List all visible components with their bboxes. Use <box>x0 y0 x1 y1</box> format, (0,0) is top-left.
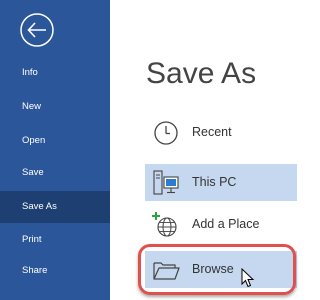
nav-item-label: Info <box>22 67 38 78</box>
option-recent[interactable]: Recent <box>145 114 297 151</box>
option-this-pc[interactable]: This PC <box>145 164 297 201</box>
nav-item-label: Save As <box>22 201 57 212</box>
nav-item-label: Print <box>22 234 42 245</box>
browse-highlight-outline <box>138 244 296 295</box>
page-title: Save As <box>146 57 257 90</box>
nav-item-info[interactable]: Info <box>0 57 110 89</box>
nav-item-label: Share <box>22 265 48 276</box>
back-button[interactable] <box>19 12 55 48</box>
option-label: This PC <box>192 175 237 189</box>
option-add-a-place[interactable]: Add a Place <box>145 206 297 243</box>
nav-item-save[interactable]: Save <box>0 157 110 189</box>
nav-item-print[interactable]: Print <box>0 224 110 256</box>
nav-item-new[interactable]: New <box>0 91 110 123</box>
back-arrow-icon <box>20 13 54 47</box>
computer-icon <box>153 170 179 195</box>
nav-item-label: Open <box>22 135 46 146</box>
nav-item-open[interactable]: Open <box>0 125 110 157</box>
backstage-sidebar: Info New Open Save Save As Print Share <box>0 0 110 300</box>
nav-item-share[interactable]: Share <box>0 255 110 287</box>
nav-item-label: Save <box>22 167 44 178</box>
save-as-panel: Save As Recent This PC Add a Place Brows… <box>110 0 297 300</box>
nav-item-save-as[interactable]: Save As <box>0 191 110 223</box>
clock-icon <box>154 121 178 145</box>
option-label: Recent <box>192 125 232 139</box>
globe-add-icon <box>152 212 177 237</box>
option-label: Add a Place <box>192 217 260 231</box>
mouse-pointer-icon <box>241 268 255 288</box>
nav-item-label: New <box>22 101 42 112</box>
